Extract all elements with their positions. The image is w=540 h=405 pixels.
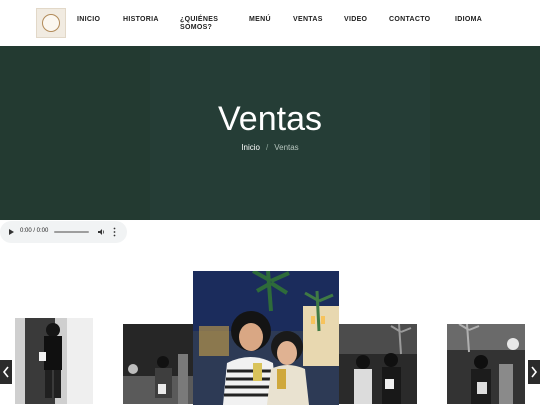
gallery-next-button[interactable] — [528, 360, 540, 384]
page-hero: Ventas Inicio / Ventas — [0, 46, 540, 220]
breadcrumb-home-link[interactable]: Inicio — [241, 143, 260, 152]
photo-5-image — [447, 324, 525, 404]
nav-menu[interactable]: MENÚ — [249, 16, 271, 24]
audio-player: 0:00 / 0:00 — [0, 221, 127, 243]
gallery-photo-4[interactable] — [339, 324, 417, 404]
nav-quienes-somos[interactable]: ¿QUIÉNES SOMOS? — [180, 16, 222, 32]
nav-idioma[interactable]: IDIOMA — [455, 16, 482, 24]
nav-contacto[interactable]: CONTACTO — [389, 16, 430, 24]
gallery-prev-button[interactable] — [0, 360, 12, 384]
chevron-left-icon — [2, 366, 9, 378]
photo-1-image — [15, 318, 93, 404]
nav-inicio[interactable]: INICIO — [77, 16, 100, 24]
photo-2-image — [123, 324, 193, 404]
site-logo[interactable] — [36, 8, 66, 38]
gallery-photo-3[interactable] — [193, 271, 339, 405]
page-title: Ventas — [218, 100, 322, 138]
more-options-icon[interactable] — [113, 227, 116, 237]
gallery-photo-5[interactable] — [447, 324, 525, 404]
chevron-right-icon — [531, 366, 538, 378]
breadcrumb-separator: / — [265, 143, 269, 152]
nav-video[interactable]: VIDEO — [344, 16, 367, 24]
gallery-photo-2[interactable] — [123, 324, 193, 404]
audio-time: 0:00 / 0:00 — [20, 228, 49, 234]
gallery-photo-1[interactable] — [15, 318, 93, 404]
play-icon[interactable] — [9, 229, 14, 235]
audio-seek-bar[interactable] — [54, 231, 89, 233]
site-header: INICIO HISTORIA ¿QUIÉNES SOMOS? MENÚ VEN… — [0, 0, 540, 46]
photo-3-image — [193, 271, 339, 405]
breadcrumb-current: Ventas — [274, 143, 299, 152]
logo-emblem — [42, 14, 60, 32]
nav-historia[interactable]: HISTORIA — [123, 16, 159, 24]
volume-icon[interactable] — [98, 228, 106, 236]
nav-ventas[interactable]: VENTAS — [293, 16, 323, 24]
photo-4-image — [339, 324, 417, 404]
breadcrumb: Inicio / Ventas — [0, 143, 540, 152]
